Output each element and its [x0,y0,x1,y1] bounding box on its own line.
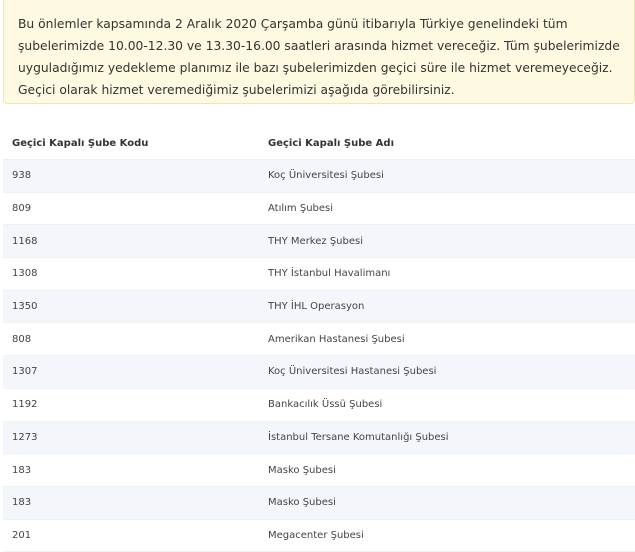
table-row: 1307 Koç Üniversitesi Hastanesi Şubesi [3,356,635,389]
branch-name: Atılım Şubesi [268,203,334,215]
branch-code: 1273 [12,431,38,443]
table-row: 1273 İstanbul Tersane Komutanlığı Şubesi [3,421,635,455]
table-header: Geçici Kapalı Şube Kodu Geçici Kapalı Şu… [3,127,635,160]
branch-code: 809 [12,203,32,215]
branch-code: 1308 [12,268,38,280]
branch-code: 201 [12,529,32,541]
branch-code: 808 [12,333,32,345]
header-branch-name: Geçici Kapalı Şube Adı [268,137,394,149]
table-row: 1350 THY İHL Operasyon [3,290,635,324]
closed-branches-table: Geçici Kapalı Şube Kodu Geçici Kapalı Şu… [3,127,635,552]
table-row: 1308 THY İstanbul Havalimanı [3,258,635,291]
branch-name: THY İHL Operasyon [268,301,365,313]
branch-name: Megacenter Şubesi [268,529,364,541]
branch-name: THY Merkez Şubesi [268,235,363,247]
table-row: 808 Amerikan Hastanesi Şubesi [3,323,635,357]
branch-name: Bankacılık Üssü Şubesi [268,399,383,411]
header-branch-code: Geçici Kapalı Şube Kodu [12,137,149,149]
table-row: 201 Megacenter Şubesi [3,520,635,552]
table-row: 183 Masko Şubesi [3,454,635,487]
table-row: 1168 THY Merkez Şubesi [3,225,635,259]
branch-code: 1192 [12,399,38,411]
table-row: 938 Koç Üniversitesi Şubesi [3,160,635,193]
branch-name: Masko Şubesi [268,497,336,509]
branch-code: 1168 [12,235,38,247]
notice-text: Bu önlemler kapsamında 2 Aralık 2020 Çar… [18,17,620,97]
branch-code: 183 [12,497,32,509]
table-row: 1192 Bankacılık Üssü Şubesi [3,389,635,422]
branch-name: Koç Üniversitesi Hastanesi Şubesi [268,366,437,378]
branch-code: 183 [12,464,32,476]
branch-name: Koç Üniversitesi Şubesi [268,170,384,182]
branch-code: 1307 [12,366,38,378]
branch-code: 938 [12,170,32,182]
table-row: 183 Masko Şubesi [3,486,635,520]
branch-name: THY İstanbul Havalimanı [268,268,391,280]
branch-name: İstanbul Tersane Komutanlığı Şubesi [268,431,449,443]
notice-box: Bu önlemler kapsamında 2 Aralık 2020 Çar… [3,0,635,104]
table-row: 809 Atılım Şubesi [3,193,635,226]
branch-name: Masko Şubesi [268,464,336,476]
branch-code: 1350 [12,301,38,313]
branch-name: Amerikan Hastanesi Şubesi [268,333,405,345]
